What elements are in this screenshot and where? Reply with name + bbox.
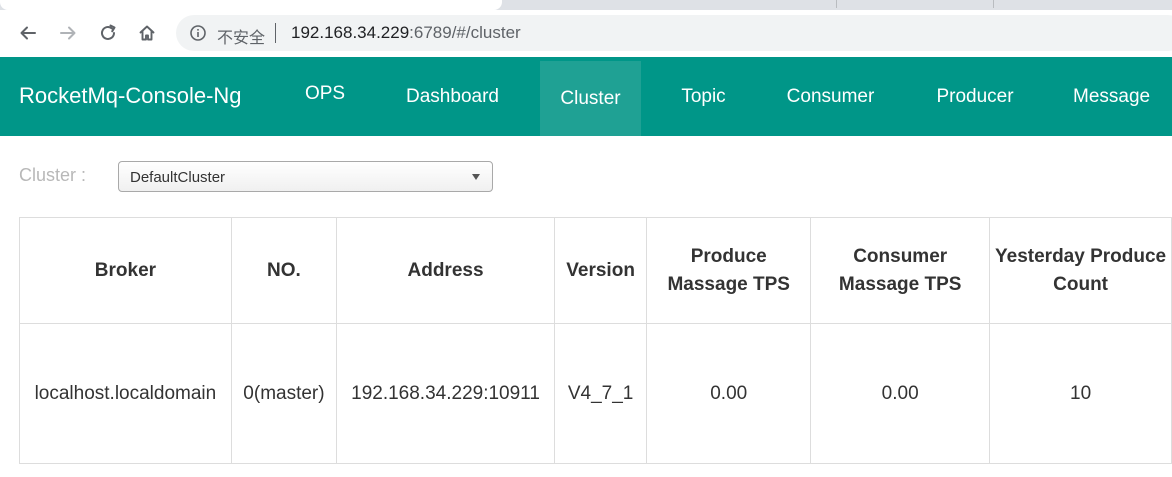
- forward-button[interactable]: [54, 19, 82, 47]
- cell-version: V4_7_1: [553, 323, 648, 464]
- browser-toolbar: 不安全 192.168.34.229:6789/#/cluster: [0, 10, 1172, 57]
- reload-icon: [101, 24, 116, 40]
- back-button[interactable]: [14, 19, 42, 47]
- dropdown-arrow-icon: [472, 174, 480, 180]
- reload-button[interactable]: [94, 19, 122, 47]
- cell-produce-tps: 0.00: [646, 323, 812, 464]
- column-header-yesterday-produce: Yesterday Produce Count: [989, 217, 1172, 324]
- app-navbar: RocketMq-Console-Ng OPS Dashboard Cluste…: [0, 57, 1172, 136]
- column-header-no: NO.: [230, 217, 338, 324]
- forward-arrow-icon: [60, 26, 76, 40]
- nav-item-label: OPS: [304, 83, 346, 104]
- url-path: :6789/#/cluster: [409, 23, 521, 42]
- cluster-select-value: DefaultCluster: [130, 169, 226, 186]
- nav-item-label: Producer: [936, 85, 1014, 107]
- column-header-produce-tps: Produce Massage TPS: [646, 217, 812, 324]
- nav-item-label: Consumer: [786, 85, 875, 107]
- address-bar[interactable]: 不安全 192.168.34.229:6789/#/cluster: [176, 15, 1172, 51]
- nav-item-label: Dashboard: [406, 85, 499, 107]
- column-header-consumer-tps: Consumer Massage TPS: [810, 217, 991, 324]
- nav-item-ops[interactable]: OPS: [284, 57, 366, 136]
- column-header-version: Version: [553, 217, 648, 324]
- nav-item-label: Cluster: [560, 87, 621, 109]
- security-label: 不安全: [217, 28, 266, 47]
- column-header-broker: Broker: [19, 217, 232, 324]
- brand-title[interactable]: RocketMq-Console-Ng: [19, 83, 242, 109]
- nav-item-label: Topic: [681, 85, 726, 107]
- cluster-select[interactable]: DefaultCluster: [118, 161, 493, 192]
- column-header-address: Address: [336, 217, 555, 324]
- back-arrow-icon: [20, 26, 36, 40]
- cluster-filter-label: Cluster :: [19, 165, 87, 185]
- table-row: localhost.localdomain 0(master) 192.168.…: [19, 323, 1172, 464]
- browser-tab-strip: [0, 0, 1172, 10]
- info-icon[interactable]: [189, 24, 207, 42]
- url-text[interactable]: 192.168.34.229:6789/#/cluster: [291, 23, 521, 43]
- nav-item-dashboard[interactable]: Dashboard: [384, 57, 521, 136]
- nav-item-consumer[interactable]: Consumer: [765, 57, 896, 136]
- address-separator: [275, 23, 276, 43]
- nav-item-label: Message: [1073, 85, 1151, 107]
- cell-broker: localhost.localdomain: [19, 323, 232, 464]
- broker-table: Broker NO. Address Version Produce Massa…: [19, 217, 1172, 464]
- nav-item-message[interactable]: Message: [1054, 57, 1172, 136]
- nav-item-producer[interactable]: Producer: [915, 57, 1035, 136]
- table-header-row: Broker NO. Address Version Produce Massa…: [19, 217, 1172, 324]
- home-icon: [139, 25, 155, 41]
- cell-consumer-tps: 0.00: [810, 323, 991, 464]
- nav-item-cluster[interactable]: Cluster: [540, 61, 641, 136]
- cell-yesterday-produce: 10: [989, 323, 1172, 464]
- home-button[interactable]: [133, 19, 161, 47]
- nav-item-topic[interactable]: Topic: [660, 57, 747, 136]
- browser-tab-active[interactable]: [0, 0, 502, 10]
- browser-tab-inactive[interactable]: [668, 0, 1172, 10]
- cell-address: 192.168.34.229:10911: [336, 323, 555, 464]
- url-host: 192.168.34.229: [291, 23, 410, 42]
- cell-no: 0(master): [230, 323, 338, 464]
